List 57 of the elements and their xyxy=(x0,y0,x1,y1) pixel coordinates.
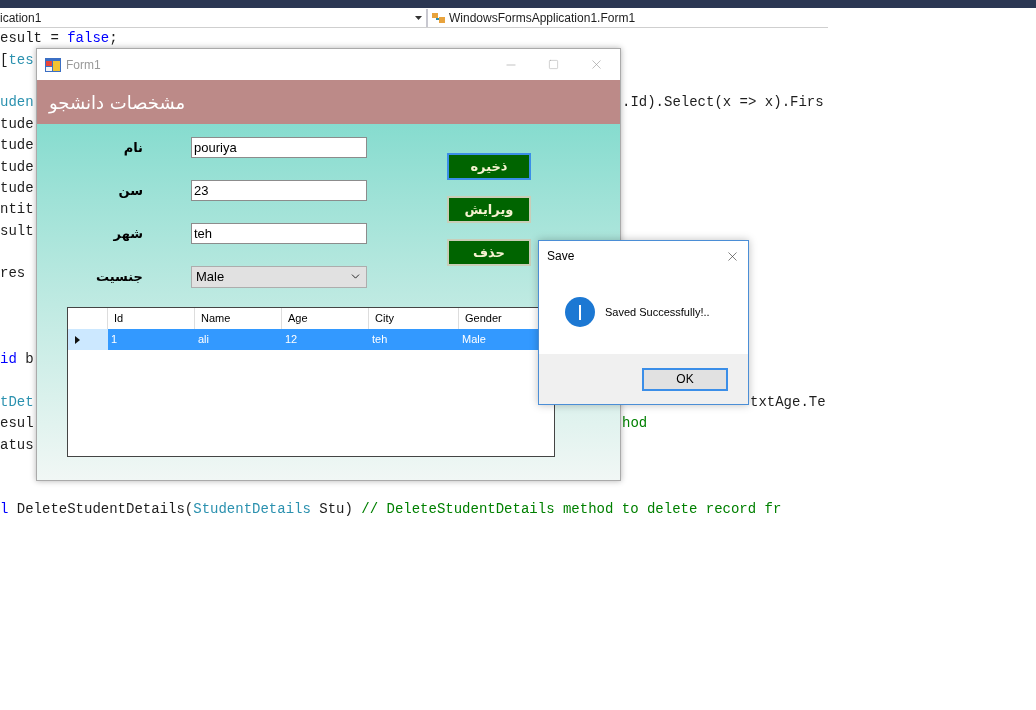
code-text: atus xyxy=(0,435,34,455)
text-field[interactable]: 23 xyxy=(191,180,367,201)
code-text: sult xyxy=(0,221,34,241)
code-text: tude xyxy=(0,178,34,198)
row-pointer-icon xyxy=(75,335,80,344)
code-text: res xyxy=(0,264,26,284)
code-text: [ xyxy=(0,50,9,70)
code-text: b xyxy=(24,350,34,370)
grid-cell-text: 1 xyxy=(110,332,119,348)
class-icon xyxy=(432,11,446,24)
code-text: ntit xyxy=(0,200,34,220)
text-field[interactable]: teh xyxy=(191,223,367,244)
close-icon[interactable] xyxy=(589,57,604,72)
dialog-title: Save xyxy=(547,248,575,265)
code-text: StudentDetails xyxy=(193,499,311,519)
window-title: Form1 xyxy=(66,56,101,74)
text-field[interactable]: pouriya xyxy=(191,137,367,158)
code-text: esult = xyxy=(0,29,60,49)
code-text: txtAge.Te xyxy=(750,392,826,412)
project-dropdown[interactable]: ication1 xyxy=(0,8,428,27)
code-text: id xyxy=(0,350,17,370)
code-text: .Id).Select(x => x).Firs xyxy=(622,93,824,113)
app-icon xyxy=(45,57,61,72)
grid-cell-text: Male xyxy=(461,332,487,348)
header-title: مشخصات دانشجو xyxy=(49,90,186,116)
row-header[interactable] xyxy=(68,329,108,350)
code-text: tude xyxy=(0,157,34,177)
info-icon xyxy=(565,297,595,327)
code-text: Stu) xyxy=(318,499,354,519)
dialog-message: Saved Successfully!.. xyxy=(605,305,710,320)
ok-button[interactable]: OK xyxy=(642,367,728,391)
grid-cell-text: ali xyxy=(197,332,210,348)
maximize-icon[interactable] xyxy=(548,59,559,70)
code-text: // DeleteStudentDetails method to delete record fr xyxy=(361,499,782,519)
code-text: hod xyxy=(622,414,648,434)
action-button[interactable]: حذف xyxy=(447,239,531,266)
code-text: DeleteStudentDetails( xyxy=(15,499,194,519)
field-label: جنسیت xyxy=(95,267,143,286)
caret-icon xyxy=(415,15,422,20)
code-text: ; xyxy=(109,29,118,49)
gender-dropdown[interactable]: Male xyxy=(191,265,367,288)
code-text: tude xyxy=(0,114,34,134)
code-text: l xyxy=(0,499,9,519)
grid-cell-text: teh xyxy=(371,332,389,348)
code-text: tes xyxy=(8,50,34,70)
field-label: سن xyxy=(117,181,143,200)
code-text: uden xyxy=(0,93,34,113)
code-text: false xyxy=(67,29,110,49)
code-text: tDet xyxy=(0,392,34,412)
class-dropdown[interactable]: WindowsFormsApplication1.Form1 xyxy=(428,8,828,27)
field-label: نام xyxy=(122,138,143,158)
field-label: شهر xyxy=(112,224,143,243)
grid-cell-text: 12 xyxy=(284,332,299,348)
code-text: tude xyxy=(0,136,34,156)
action-button[interactable]: ویرایش xyxy=(447,196,531,223)
code-text: esul xyxy=(0,414,34,434)
action-button[interactable]: ذخیره xyxy=(447,153,531,180)
